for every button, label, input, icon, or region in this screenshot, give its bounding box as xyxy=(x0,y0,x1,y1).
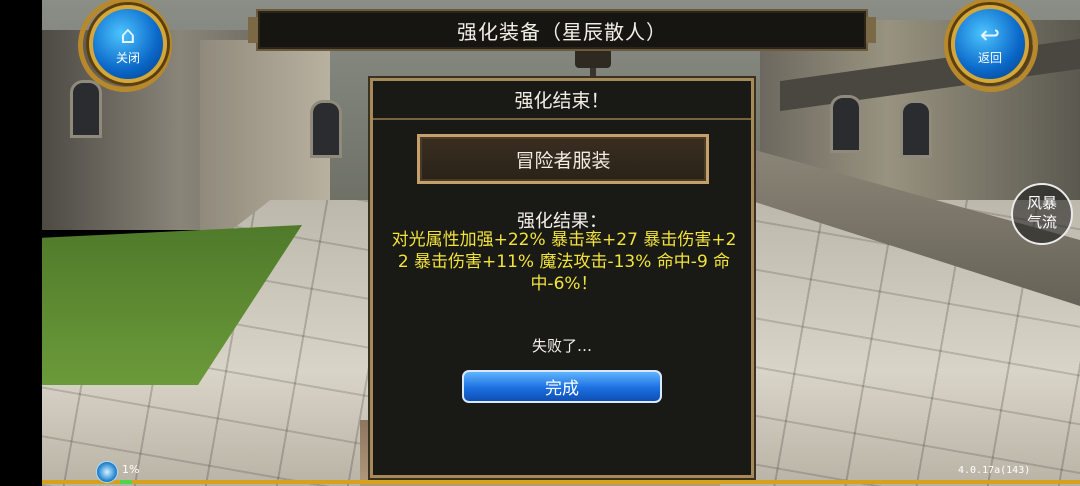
close-button[interactable]: ⌂ 关闭 xyxy=(89,5,167,83)
window xyxy=(830,95,862,153)
experience-bar xyxy=(42,480,1080,484)
enhance-result-dialog: 强化结束！ 冒险者服装 强化结果： 对光属性加强+22% 暴击率+27 暴击伤害… xyxy=(370,78,754,478)
skill-label-line1: 风暴 xyxy=(1026,194,1057,212)
window xyxy=(70,80,102,138)
close-button-label: 关闭 xyxy=(115,50,140,65)
screen-edge xyxy=(0,0,42,486)
back-button[interactable]: ↩ 返回 xyxy=(951,5,1029,83)
window xyxy=(310,100,342,158)
version-label: 4.0.17a(143) xyxy=(958,465,1031,476)
title-bar: 强化装备（星辰散人） xyxy=(248,9,876,51)
lamp-head xyxy=(575,48,611,68)
home-icon: ⌂ xyxy=(120,20,136,49)
back-arrow-icon: ↩ xyxy=(979,20,1001,49)
confirm-button[interactable]: 完成 xyxy=(462,370,662,403)
dialog-header: 强化结束！ xyxy=(373,81,751,120)
item-name: 冒险者服装 xyxy=(515,149,611,172)
skill-button-storm-airflow[interactable]: 风暴 气流 xyxy=(1011,183,1073,245)
status-message: 失败了… xyxy=(531,337,592,355)
result-stats: 对光属性加强+22% 暴击率+27 暴击伤害+22 暴击伤害+11% 魔法攻击-… xyxy=(391,230,737,294)
experience-bar-fill xyxy=(120,480,132,484)
experience-percent: 1% xyxy=(122,463,140,476)
skill-label-line2: 气流 xyxy=(1026,213,1057,231)
window xyxy=(900,100,932,158)
confirm-button-label: 完成 xyxy=(545,379,579,399)
item-name-box: 冒险者服装 xyxy=(417,134,709,184)
dialog-title: 强化结束！ xyxy=(514,90,610,112)
back-button-label: 返回 xyxy=(977,50,1002,65)
experience-orb-icon[interactable] xyxy=(96,461,118,483)
page-title: 强化装备（星辰散人） xyxy=(457,19,667,44)
